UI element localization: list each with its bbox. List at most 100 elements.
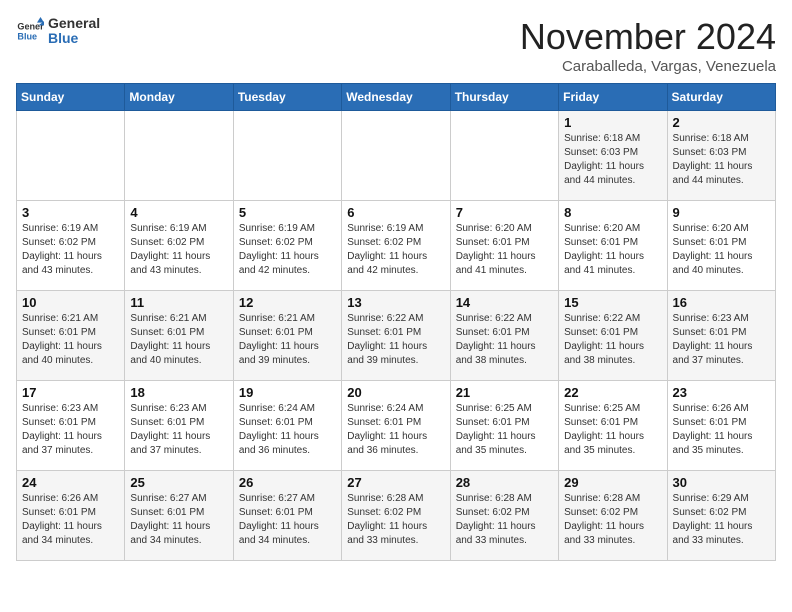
sunrise: Sunrise: 6:18 AM bbox=[673, 133, 749, 144]
sunset: Sunset: 6:03 PM bbox=[564, 147, 638, 158]
daylight: Daylight: 11 hours and 35 minutes. bbox=[456, 431, 536, 456]
day-number: 24 bbox=[22, 475, 119, 490]
daylight: Daylight: 11 hours and 39 minutes. bbox=[347, 341, 427, 366]
day-info: Sunrise: 6:29 AM Sunset: 6:02 PM Dayligh… bbox=[673, 492, 770, 548]
page-header: General Blue General Blue November 2024 … bbox=[16, 16, 776, 75]
logo-icon: General Blue bbox=[16, 17, 44, 45]
day-number: 30 bbox=[673, 475, 770, 490]
day-number: 21 bbox=[456, 385, 553, 400]
table-row: 18 Sunrise: 6:23 AM Sunset: 6:01 PM Dayl… bbox=[125, 381, 233, 471]
calendar-header-row: Sunday Monday Tuesday Wednesday Thursday… bbox=[17, 84, 776, 111]
day-info: Sunrise: 6:26 AM Sunset: 6:01 PM Dayligh… bbox=[673, 402, 770, 458]
sunrise: Sunrise: 6:22 AM bbox=[347, 313, 423, 324]
sunset: Sunset: 6:01 PM bbox=[239, 327, 313, 338]
table-row: 19 Sunrise: 6:24 AM Sunset: 6:01 PM Dayl… bbox=[233, 381, 341, 471]
sunrise: Sunrise: 6:27 AM bbox=[239, 493, 315, 504]
sunset: Sunset: 6:01 PM bbox=[673, 237, 747, 248]
day-info: Sunrise: 6:18 AM Sunset: 6:03 PM Dayligh… bbox=[564, 132, 661, 188]
sunrise: Sunrise: 6:22 AM bbox=[564, 313, 640, 324]
day-info: Sunrise: 6:24 AM Sunset: 6:01 PM Dayligh… bbox=[239, 402, 336, 458]
sunrise: Sunrise: 6:28 AM bbox=[564, 493, 640, 504]
week-row-1: 1 Sunrise: 6:18 AM Sunset: 6:03 PM Dayli… bbox=[17, 111, 776, 201]
sunrise: Sunrise: 6:28 AM bbox=[347, 493, 423, 504]
table-row: 4 Sunrise: 6:19 AM Sunset: 6:02 PM Dayli… bbox=[125, 201, 233, 291]
day-number: 15 bbox=[564, 295, 661, 310]
day-number: 3 bbox=[22, 205, 119, 220]
day-number: 27 bbox=[347, 475, 444, 490]
week-row-3: 10 Sunrise: 6:21 AM Sunset: 6:01 PM Dayl… bbox=[17, 291, 776, 381]
table-row bbox=[17, 111, 125, 201]
sunset: Sunset: 6:02 PM bbox=[347, 237, 421, 248]
day-info: Sunrise: 6:26 AM Sunset: 6:01 PM Dayligh… bbox=[22, 492, 119, 548]
logo-blue: Blue bbox=[48, 30, 78, 46]
col-sunday: Sunday bbox=[17, 84, 125, 111]
table-row: 24 Sunrise: 6:26 AM Sunset: 6:01 PM Dayl… bbox=[17, 471, 125, 561]
sunset: Sunset: 6:01 PM bbox=[456, 237, 530, 248]
day-info: Sunrise: 6:22 AM Sunset: 6:01 PM Dayligh… bbox=[347, 312, 444, 368]
sunset: Sunset: 6:02 PM bbox=[564, 507, 638, 518]
sunset: Sunset: 6:02 PM bbox=[347, 507, 421, 518]
day-info: Sunrise: 6:18 AM Sunset: 6:03 PM Dayligh… bbox=[673, 132, 770, 188]
day-info: Sunrise: 6:19 AM Sunset: 6:02 PM Dayligh… bbox=[130, 222, 227, 278]
week-row-2: 3 Sunrise: 6:19 AM Sunset: 6:02 PM Dayli… bbox=[17, 201, 776, 291]
day-number: 29 bbox=[564, 475, 661, 490]
sunset: Sunset: 6:01 PM bbox=[564, 327, 638, 338]
day-info: Sunrise: 6:27 AM Sunset: 6:01 PM Dayligh… bbox=[239, 492, 336, 548]
day-info: Sunrise: 6:28 AM Sunset: 6:02 PM Dayligh… bbox=[564, 492, 661, 548]
sunrise: Sunrise: 6:20 AM bbox=[673, 223, 749, 234]
sunrise: Sunrise: 6:24 AM bbox=[239, 403, 315, 414]
sunset: Sunset: 6:01 PM bbox=[347, 417, 421, 428]
day-info: Sunrise: 6:22 AM Sunset: 6:01 PM Dayligh… bbox=[564, 312, 661, 368]
day-number: 25 bbox=[130, 475, 227, 490]
day-number: 7 bbox=[456, 205, 553, 220]
sunset: Sunset: 6:02 PM bbox=[239, 237, 313, 248]
table-row: 17 Sunrise: 6:23 AM Sunset: 6:01 PM Dayl… bbox=[17, 381, 125, 471]
sunrise: Sunrise: 6:25 AM bbox=[564, 403, 640, 414]
sunset: Sunset: 6:01 PM bbox=[130, 507, 204, 518]
sunrise: Sunrise: 6:21 AM bbox=[130, 313, 206, 324]
daylight: Daylight: 11 hours and 43 minutes. bbox=[130, 251, 210, 276]
col-tuesday: Tuesday bbox=[233, 84, 341, 111]
table-row bbox=[125, 111, 233, 201]
table-row: 21 Sunrise: 6:25 AM Sunset: 6:01 PM Dayl… bbox=[450, 381, 558, 471]
daylight: Daylight: 11 hours and 42 minutes. bbox=[347, 251, 427, 276]
table-row: 5 Sunrise: 6:19 AM Sunset: 6:02 PM Dayli… bbox=[233, 201, 341, 291]
sunset: Sunset: 6:01 PM bbox=[130, 417, 204, 428]
day-info: Sunrise: 6:21 AM Sunset: 6:01 PM Dayligh… bbox=[130, 312, 227, 368]
day-info: Sunrise: 6:21 AM Sunset: 6:01 PM Dayligh… bbox=[22, 312, 119, 368]
sunset: Sunset: 6:01 PM bbox=[456, 327, 530, 338]
day-info: Sunrise: 6:20 AM Sunset: 6:01 PM Dayligh… bbox=[673, 222, 770, 278]
daylight: Daylight: 11 hours and 39 minutes. bbox=[239, 341, 319, 366]
table-row: 10 Sunrise: 6:21 AM Sunset: 6:01 PM Dayl… bbox=[17, 291, 125, 381]
day-info: Sunrise: 6:19 AM Sunset: 6:02 PM Dayligh… bbox=[347, 222, 444, 278]
daylight: Daylight: 11 hours and 41 minutes. bbox=[564, 251, 644, 276]
day-number: 2 bbox=[673, 115, 770, 130]
location: Caraballeda, Vargas, Venezuela bbox=[520, 58, 776, 75]
table-row: 14 Sunrise: 6:22 AM Sunset: 6:01 PM Dayl… bbox=[450, 291, 558, 381]
table-row: 1 Sunrise: 6:18 AM Sunset: 6:03 PM Dayli… bbox=[559, 111, 667, 201]
sunset: Sunset: 6:01 PM bbox=[564, 237, 638, 248]
col-friday: Friday bbox=[559, 84, 667, 111]
day-number: 8 bbox=[564, 205, 661, 220]
day-number: 18 bbox=[130, 385, 227, 400]
table-row: 26 Sunrise: 6:27 AM Sunset: 6:01 PM Dayl… bbox=[233, 471, 341, 561]
day-number: 12 bbox=[239, 295, 336, 310]
daylight: Daylight: 11 hours and 38 minutes. bbox=[456, 341, 536, 366]
sunrise: Sunrise: 6:21 AM bbox=[22, 313, 98, 324]
daylight: Daylight: 11 hours and 34 minutes. bbox=[22, 521, 102, 546]
logo: General Blue General Blue bbox=[16, 16, 100, 47]
day-number: 17 bbox=[22, 385, 119, 400]
table-row: 28 Sunrise: 6:28 AM Sunset: 6:02 PM Dayl… bbox=[450, 471, 558, 561]
daylight: Daylight: 11 hours and 37 minutes. bbox=[22, 431, 102, 456]
sunrise: Sunrise: 6:19 AM bbox=[347, 223, 423, 234]
title-block: November 2024 Caraballeda, Vargas, Venez… bbox=[520, 16, 776, 75]
sunset: Sunset: 6:01 PM bbox=[347, 327, 421, 338]
sunset: Sunset: 6:01 PM bbox=[22, 417, 96, 428]
table-row: 25 Sunrise: 6:27 AM Sunset: 6:01 PM Dayl… bbox=[125, 471, 233, 561]
sunrise: Sunrise: 6:23 AM bbox=[130, 403, 206, 414]
sunrise: Sunrise: 6:18 AM bbox=[564, 133, 640, 144]
table-row: 2 Sunrise: 6:18 AM Sunset: 6:03 PM Dayli… bbox=[667, 111, 775, 201]
table-row: 30 Sunrise: 6:29 AM Sunset: 6:02 PM Dayl… bbox=[667, 471, 775, 561]
daylight: Daylight: 11 hours and 34 minutes. bbox=[239, 521, 319, 546]
sunrise: Sunrise: 6:28 AM bbox=[456, 493, 532, 504]
